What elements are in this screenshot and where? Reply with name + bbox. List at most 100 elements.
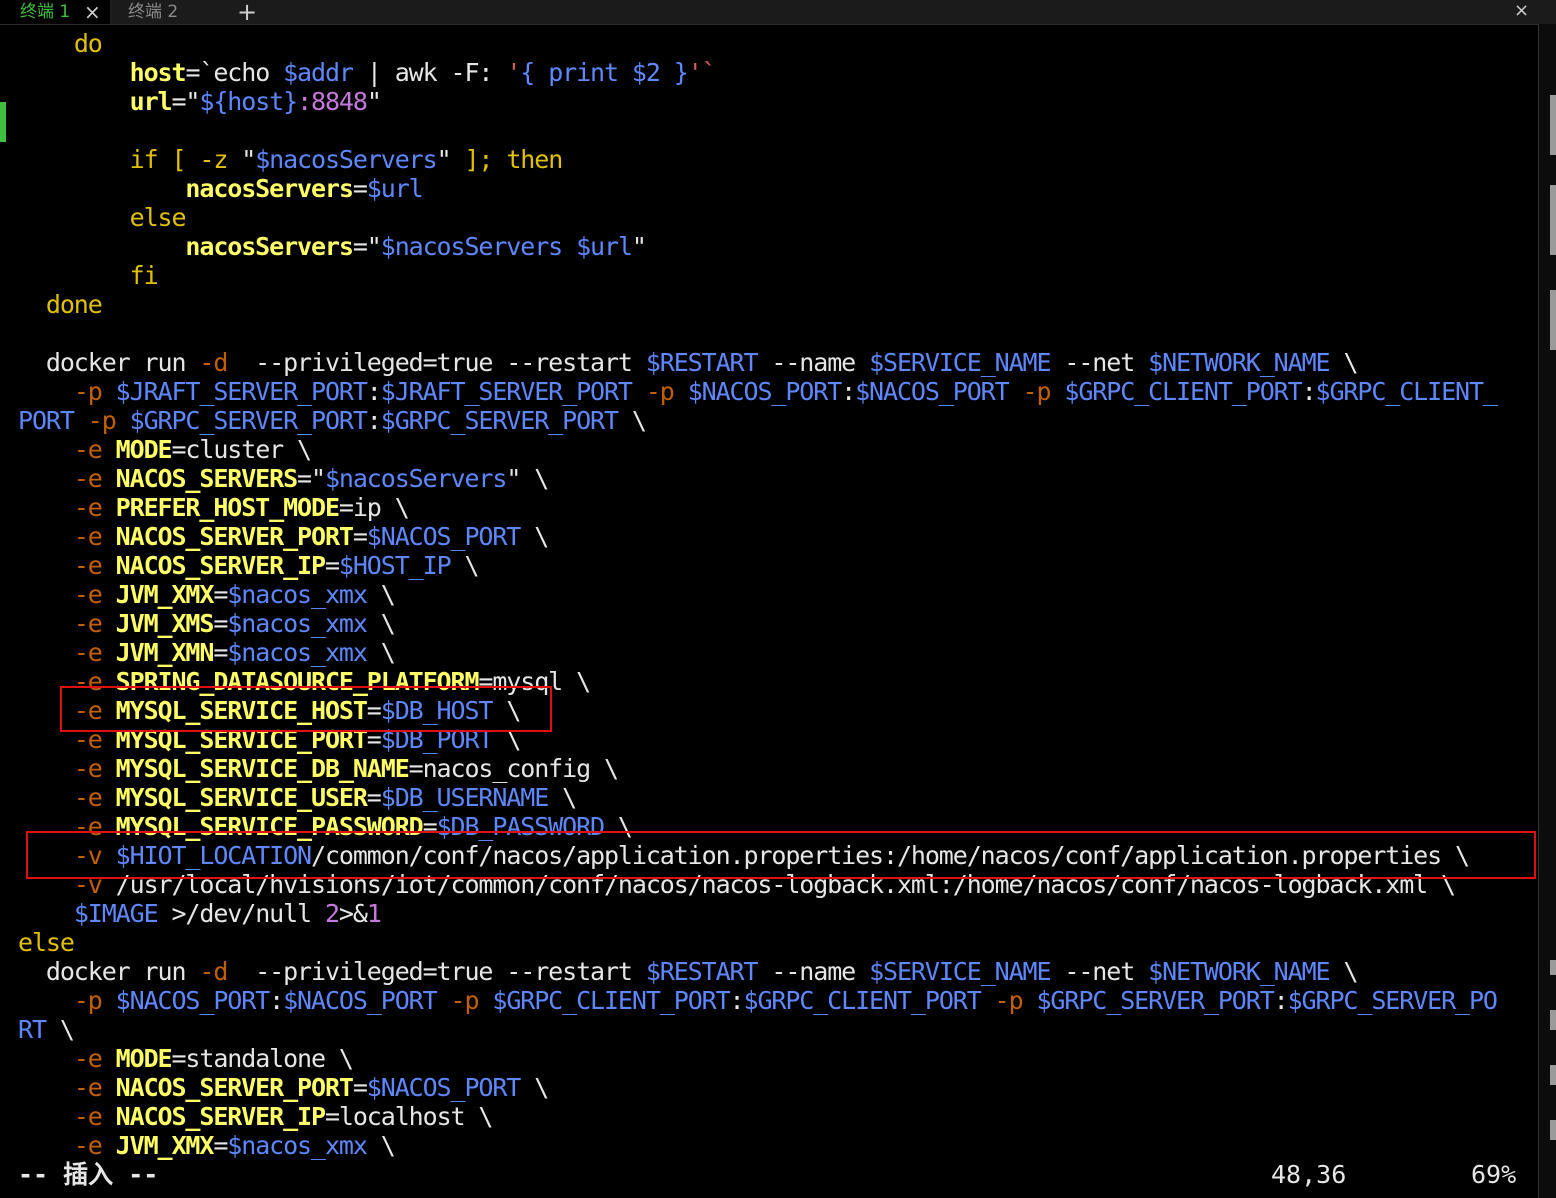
code-token: \: [548, 783, 577, 812]
code-line: -e JVM_XMX=$nacos_xmx \: [18, 1131, 1536, 1160]
code-token: \: [366, 609, 396, 638]
code-token: -e: [73, 783, 103, 812]
code-token: :: [729, 986, 745, 1015]
code-token: $JRAFT_SERVER_PORT: [380, 377, 633, 406]
code-line: -e JVM_XMN=$nacos_xmx \: [18, 638, 1536, 667]
code-token: =: [213, 638, 228, 667]
code-token: nacosServers: [185, 174, 354, 203]
terminal-editor[interactable]: do host=`echo $addr | awk -F: '{ print $…: [18, 29, 1536, 1160]
code-token: =ip \: [338, 493, 410, 522]
code-token: $GRPC_SERVER_PORT: [1036, 986, 1274, 1015]
scroll-mark: [1550, 1065, 1556, 1085]
code-token: =: [352, 1073, 368, 1102]
code-token: =: [213, 580, 228, 609]
code-token: -e: [73, 638, 103, 667]
code-token: $NACOS_PORT: [687, 377, 843, 406]
window-close-icon[interactable]: ×: [1514, 0, 1529, 22]
code-token: $RESTART: [645, 957, 759, 986]
scroll-mark: [1550, 185, 1556, 255]
code-line: -e JVM_XMS=$nacos_xmx \: [18, 609, 1536, 638]
code-token: \: [520, 1073, 549, 1102]
code-token: $nacosServers: [324, 464, 507, 493]
code-token: MYSQL_SERVICE_DB_NAME: [115, 754, 410, 783]
code-token: 2: [324, 899, 340, 928]
code-token: $GRPC_CLIENT_: [1315, 377, 1498, 406]
code-line: $IMAGE >/dev/null 2>&1: [18, 899, 1536, 928]
code-line: done: [18, 290, 1536, 319]
code-token: docker run: [18, 957, 200, 986]
scroll-mark: [1550, 1120, 1556, 1140]
code-token: -p: [1022, 377, 1052, 406]
code-line: host=`echo $addr | awk -F: '{ print $2 }…: [18, 58, 1536, 87]
code-token: ${host}: [199, 87, 298, 116]
code-token: { print $2 }: [520, 58, 689, 87]
code-token: :8848: [297, 87, 368, 116]
cursor-position: 48,36: [1271, 1160, 1347, 1189]
code-token: $addr: [283, 58, 354, 87]
code-token: -d: [199, 957, 228, 986]
tab-terminal-1[interactable]: 终端 1 ×: [0, 0, 110, 24]
code-token: echo: [213, 58, 284, 87]
code-token: -p: [994, 986, 1024, 1015]
code-token: $JRAFT_SERVER_PORT: [115, 377, 368, 406]
code-line: -e PREFER_HOST_MODE=ip \: [18, 493, 1536, 522]
code-token: -p: [450, 986, 480, 1015]
code-token: $NACOS_PORT: [115, 986, 271, 1015]
code-token: $SERVICE_NAME: [869, 348, 1051, 377]
code-token: \: [366, 580, 396, 609]
code-line: -e MYSQL_SERVICE_USER=$DB_USERNAME \: [18, 783, 1536, 812]
code-token: :: [1273, 986, 1289, 1015]
code-token: $nacosServers: [255, 145, 437, 174]
code-token: $GRPC_SERVER_PORT: [380, 406, 619, 435]
code-token: url: [129, 87, 173, 116]
code-token: :: [1301, 377, 1317, 406]
tab-terminal-2[interactable]: 终端 2: [128, 0, 178, 24]
code-token: JVM_XMS: [115, 609, 215, 638]
code-token: -d: [199, 348, 228, 377]
code-line: RT \: [18, 1015, 1536, 1044]
code-token: --name: [757, 348, 870, 377]
code-token: fi: [129, 261, 159, 290]
tab-terminal-1-index: 1: [59, 2, 71, 22]
code-token: $GRPC_CLIENT_PORT: [743, 986, 982, 1015]
code-token: $GRPC_SERVER_PO: [1287, 986, 1498, 1015]
code-line: -e MODE=cluster \: [18, 435, 1536, 464]
code-token: =": [352, 232, 382, 261]
code-token: \: [366, 638, 396, 667]
code-token: NACOS_SERVER_PORT: [115, 1073, 354, 1102]
code-token: -e: [73, 522, 103, 551]
tab-close-icon[interactable]: ×: [84, 0, 101, 24]
code-token: docker run: [18, 348, 200, 377]
scroll-percent: 69%: [1471, 1160, 1517, 1189]
code-line: -e JVM_XMX=$nacos_xmx \: [18, 580, 1536, 609]
new-tab-icon[interactable]: +: [237, 0, 257, 26]
highlight-box-volume-mount: [26, 831, 1536, 879]
tab-terminal-2-index: 2: [167, 2, 179, 22]
code-token: $NACOS_PORT: [855, 377, 1010, 406]
code-line: do: [18, 29, 1536, 58]
status-bar: -- 插入 -- 48,36 69%: [18, 1160, 1538, 1189]
code-token: --privileged=true --restart: [227, 348, 646, 377]
code-token: -e: [73, 1131, 103, 1160]
code-token: =standalone \: [171, 1044, 353, 1073]
code-token: -e: [73, 1073, 103, 1102]
code-token: -e: [73, 493, 103, 522]
scroll-mark: [1550, 960, 1556, 975]
code-token: --name: [757, 957, 870, 986]
